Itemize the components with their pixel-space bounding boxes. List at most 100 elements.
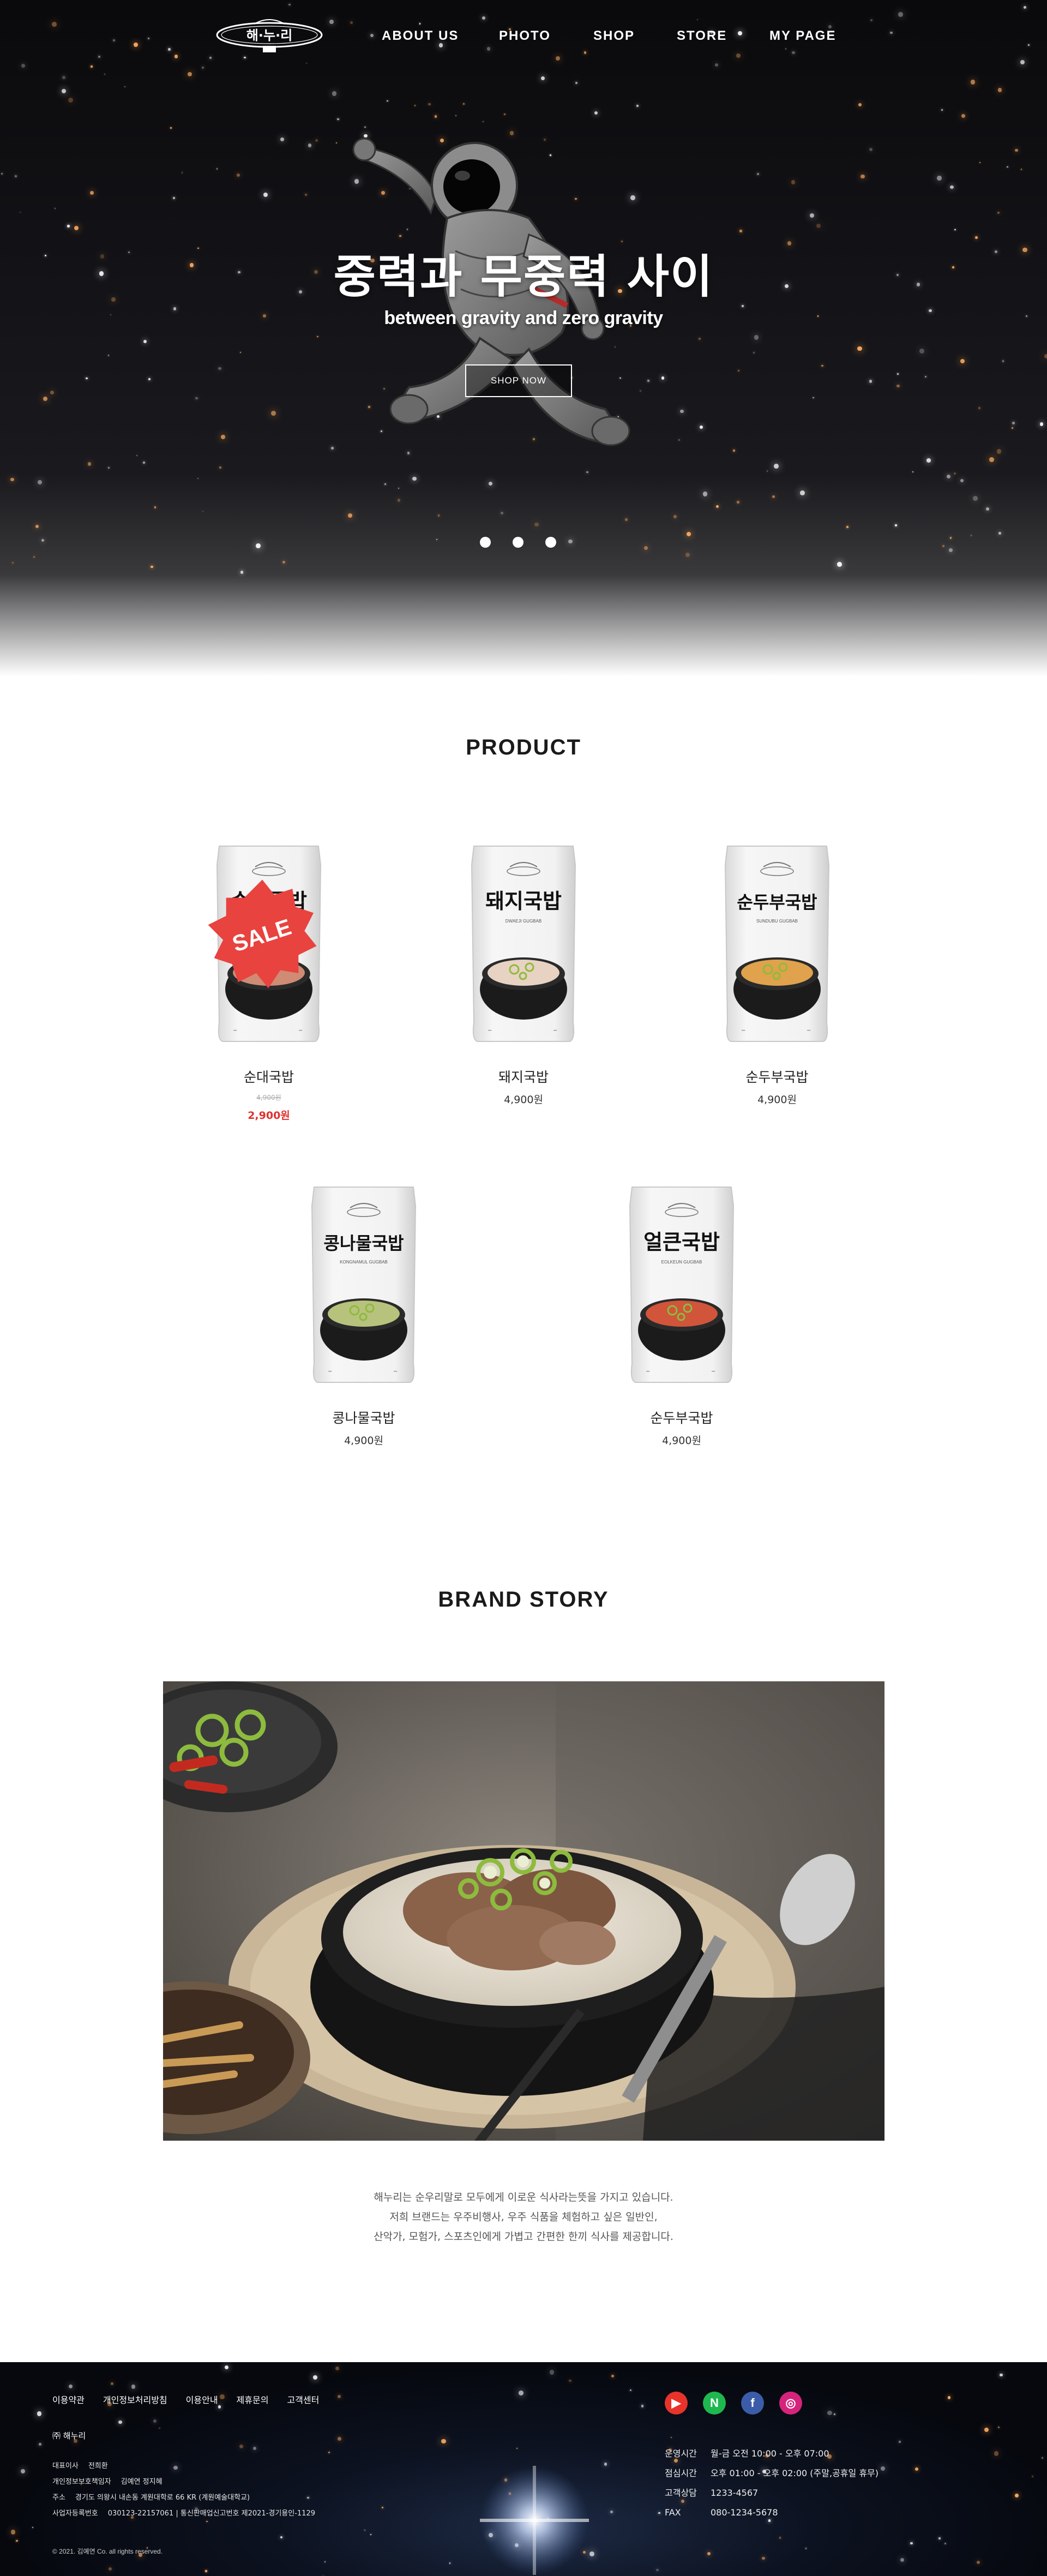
slide-dot-1[interactable] <box>480 537 491 548</box>
star-dot <box>791 180 795 184</box>
footer-link-privacy[interactable]: 개인정보처리방침 <box>103 2393 167 2406</box>
star-dot <box>108 467 110 469</box>
nav-my-page[interactable]: MY PAGE <box>769 28 857 44</box>
star-dot <box>38 2442 41 2446</box>
footer-link-partnership[interactable]: 제휴문의 <box>237 2393 269 2406</box>
naver-icon[interactable]: N <box>703 2392 726 2415</box>
product-price: 2,900원 <box>248 1110 290 1122</box>
star-dot <box>946 475 950 479</box>
logo-text: 해·누·리 <box>246 28 293 43</box>
star-dot <box>762 2556 765 2560</box>
star-dot <box>201 67 204 69</box>
footer-link-terms[interactable]: 이용약관 <box>52 2393 85 2406</box>
star-dot <box>21 64 25 68</box>
product-card[interactable]: 순두부국밥 SUNDUBU GUGBAB ••• ••• 순두부국밥 4,900… <box>695 843 859 1106</box>
star-dot <box>805 2547 807 2549</box>
star-dot <box>218 2405 221 2409</box>
star-dot <box>173 196 175 199</box>
brand-story-line-3: 산악가, 모험가, 스포츠인에게 가볍고 간편한 한끼 식사를 제공합니다. <box>374 2231 673 2243</box>
product-card[interactable]: 얼큰국밥 EOLKEUN GUGBAB ••• ••• 순두부국밥 4,900원 <box>600 1184 763 1447</box>
star-dot <box>924 375 927 378</box>
star-dot <box>970 80 975 85</box>
footer-link-customer-center[interactable]: 고객센터 <box>287 2393 319 2406</box>
star-dot <box>960 478 964 483</box>
slide-dot-3[interactable] <box>545 537 556 548</box>
star-dot <box>216 168 218 170</box>
slider-pagination <box>480 537 567 550</box>
star-dot <box>800 490 805 495</box>
star-dot <box>482 121 484 123</box>
star-dot <box>846 526 849 528</box>
star-dot <box>900 2558 905 2562</box>
star-dot <box>500 511 504 514</box>
star-dot <box>556 56 561 61</box>
star-dot <box>124 86 126 88</box>
star-dot <box>915 2467 918 2471</box>
star-dot <box>280 137 285 141</box>
nav-photo[interactable]: PHOTO <box>499 28 553 44</box>
star-dot <box>308 143 312 148</box>
footer-social-links: ▶ Nf ◎ <box>665 2392 817 2415</box>
star-dot <box>33 556 35 558</box>
product-card[interactable]: 돼지국밥 DWAEJI GUGBAB ••• ••• 돼지국밥 4,900원 <box>442 843 605 1106</box>
svg-text:•••: ••• <box>488 1029 491 1033</box>
star-dot <box>753 352 755 354</box>
site-footer: 이용약관 개인정보처리방침 이용안내 제휴문의 고객센터 ㈜ 해누리 대표이사 전… <box>0 2362 1047 2576</box>
star-dot <box>104 73 105 75</box>
star-dot <box>1 172 3 175</box>
star-dot <box>54 207 56 209</box>
star-dot <box>611 2374 615 2377</box>
star-dot <box>387 100 388 101</box>
star-dot <box>151 565 153 568</box>
star-dot <box>240 571 244 574</box>
star-dot <box>737 501 739 504</box>
product-card[interactable]: 순대국밥 SUNDAE GUGBAB ••• ••• SALE 순대국밥 4,9… <box>187 843 351 1122</box>
star-dot <box>949 548 953 552</box>
footer-info-ceo: 대표이사 전희환 <box>52 2462 108 2470</box>
star-dot <box>715 63 719 67</box>
instagram-icon[interactable]: ◎ <box>779 2392 802 2415</box>
star-dot <box>575 81 577 85</box>
star-dot <box>998 531 1002 535</box>
star-dot <box>61 89 66 93</box>
facebook-icon[interactable]: f <box>741 2392 764 2415</box>
product-package-image: 돼지국밥 DWAEJI GUGBAB ••• ••• <box>466 843 581 1045</box>
star-dot <box>534 523 539 527</box>
star-dot <box>280 2536 282 2539</box>
star-dot <box>636 104 639 107</box>
package-title: 순두부국밥 <box>737 892 817 913</box>
youtube-icon[interactable]: ▶ <box>665 2392 688 2415</box>
shop-now-button[interactable]: SHOP NOW <box>465 364 572 397</box>
product-name: 돼지국밥 <box>498 1069 549 1085</box>
nav-store[interactable]: STORE <box>677 28 731 44</box>
star-dot <box>766 470 768 472</box>
nav-shop[interactable]: SHOP <box>593 28 637 44</box>
star-dot <box>816 223 821 229</box>
footer-info-privacy-officer: 개인정보보호책임자 김예연 정지혜 <box>52 2478 163 2486</box>
product-original-price: 4,900원 <box>256 1094 281 1101</box>
sale-badge: SALE <box>205 833 317 989</box>
svg-text:•••: ••• <box>646 1370 649 1374</box>
nav-about-us[interactable]: ABOUT US <box>382 28 464 44</box>
svg-text:•••: ••• <box>553 1029 557 1033</box>
hours-row-operation: 운영시간 월-금 오전 10:00 - 오후 07:00 <box>665 2448 829 2459</box>
star-dot <box>837 562 842 567</box>
star-dot <box>1015 2494 1019 2497</box>
slide-dot-2[interactable] <box>513 537 524 548</box>
star-dot <box>455 115 457 116</box>
star-dot <box>224 2365 228 2369</box>
footer-link-guide[interactable]: 이용안내 <box>186 2393 218 2406</box>
product-card[interactable]: 콩나물국밥 KONGNAMUL GUGBAB ••• ••• 콩나물국밥 4,9… <box>282 1184 446 1447</box>
star-dot <box>462 103 465 105</box>
star-dot <box>540 76 545 81</box>
star-dot <box>90 191 94 195</box>
star-dot <box>41 538 45 542</box>
star-dot <box>949 537 952 540</box>
star-dot <box>398 487 400 489</box>
brand-logo[interactable]: 해·누·리 <box>216 19 323 55</box>
star-dot <box>895 524 898 527</box>
star-dot <box>335 142 337 144</box>
star-dot <box>1000 2373 1003 2376</box>
footer-company-name: ㈜ 해누리 <box>52 2431 86 2441</box>
star-dot <box>197 477 199 480</box>
